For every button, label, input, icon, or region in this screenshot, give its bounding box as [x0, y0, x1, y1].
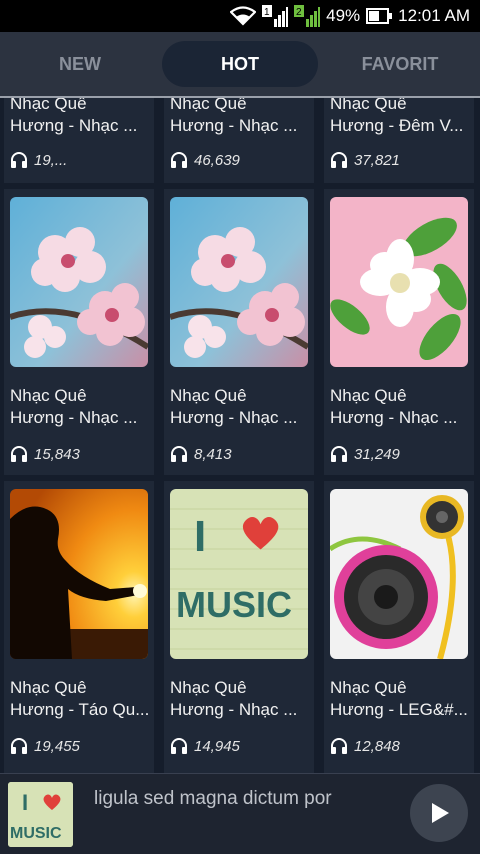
svg-text:I: I	[22, 790, 28, 815]
song-card[interactable]: Nhạc Quê Hương - Táo Qu... 19,455	[4, 481, 154, 773]
song-title-line2: Hương - Đêm V...	[330, 116, 464, 135]
play-count: 12,848	[330, 737, 400, 755]
svg-text:MUSIC: MUSIC	[10, 825, 62, 842]
play-count: 14,945	[170, 737, 240, 755]
play-count-value: 37,821	[354, 151, 400, 169]
play-count-value: 19,455	[34, 737, 80, 755]
song-title-line1: Nhạc Quê	[330, 678, 407, 697]
play-count: 15,843	[10, 445, 80, 463]
play-icon	[432, 803, 449, 823]
headphones-icon	[331, 738, 347, 754]
song-title-line2: Hương - Nhạc ...	[170, 700, 298, 719]
play-button[interactable]	[410, 784, 468, 842]
song-title-line1: Nhạc Quê	[10, 678, 87, 697]
song-title-line1: Nhạc Quê	[10, 386, 87, 405]
song-title-line1: Nhạc Quê	[170, 386, 247, 405]
white-flower-thumbnail	[330, 197, 468, 367]
song-title-line1: Nhạc Quê	[170, 98, 247, 113]
song-card[interactable]: Nhạc Quê Hương - Đêm V... 37,821	[324, 98, 474, 183]
headphones-icon	[11, 738, 27, 754]
svg-text:MUSIC: MUSIC	[176, 584, 292, 625]
now-playing-title: ligula sed magna dictum por	[94, 788, 332, 809]
headphones-icon	[171, 446, 187, 462]
play-count-value: 14,945	[194, 737, 240, 755]
play-count: 37,821	[330, 151, 400, 169]
song-card[interactable]: Nhạc Quê Hương - Nhạc ... 46,639	[164, 98, 314, 183]
song-card[interactable]: Nhạc Quê Hương - Nhạc ... 19,...	[4, 98, 154, 183]
svg-text:2: 2	[296, 7, 302, 18]
play-count: 8,413	[170, 445, 232, 463]
status-bar: 1 2 49% 12:01 AM	[0, 0, 480, 32]
song-title-line2: Hương - Nhạc ...	[170, 408, 298, 427]
song-grid[interactable]: Nhạc Quê Hương - Nhạc ... 19,... Nhạc Qu…	[0, 98, 480, 773]
svg-text:I: I	[194, 512, 206, 561]
play-count: 19,...	[10, 151, 67, 169]
tab-hot[interactable]: HOT	[162, 41, 318, 87]
cherry-blossom-thumbnail	[170, 197, 308, 367]
song-card[interactable]: Nhạc Quê Hương - Nhạc ... 15,843	[4, 189, 154, 475]
play-count-value: 15,843	[34, 445, 80, 463]
song-card[interactable]: I MUSIC Nhạc Quê Hương - Nhạc ... 14,945	[164, 481, 314, 773]
headphones-icon	[171, 738, 187, 754]
tab-favorit[interactable]: FAVORIT	[322, 41, 478, 87]
now-playing-thumbnail[interactable]: I MUSIC	[8, 782, 73, 847]
play-count-value: 19,...	[34, 151, 68, 169]
song-title-line1: Nhạc Quê	[330, 386, 407, 405]
battery-icon	[366, 8, 393, 24]
song-title-line2: Hương - Nhạc ...	[170, 116, 298, 135]
headphones-icon	[11, 152, 27, 168]
play-count-value: 8,413	[194, 445, 232, 463]
play-count-value: 31,249	[354, 445, 400, 463]
signal-sim1-icon: 1	[262, 5, 289, 27]
cherry-blossom-thumbnail	[10, 197, 148, 367]
play-count: 19,455	[10, 737, 80, 755]
song-title-line2: Hương - Nhạc ...	[10, 116, 138, 135]
sunset-silhouette-thumbnail	[10, 489, 148, 659]
tab-bar: NEW HOT FAVORIT	[0, 32, 480, 96]
battery-percent: 49%	[326, 6, 361, 25]
headphones-icon	[11, 446, 27, 462]
mini-player[interactable]: I MUSIC ligula sed magna dictum por	[0, 773, 480, 854]
play-count-value: 12,848	[354, 737, 400, 755]
clock: 12:01 AM	[398, 6, 470, 25]
headphones-icon	[171, 152, 187, 168]
song-title-line1: Nhạc Quê	[170, 678, 247, 697]
song-title-line2: Hương - Nhạc ...	[10, 408, 138, 427]
svg-text:1: 1	[264, 7, 270, 18]
song-card[interactable]: Nhạc Quê Hương - Nhạc ... 8,413	[164, 189, 314, 475]
song-title-line2: Hương - Nhạc ...	[330, 408, 458, 427]
i-love-music-thumbnail: I MUSIC	[170, 489, 308, 659]
song-card[interactable]: Nhạc Quê Hương - Nhạc ... 31,249	[324, 189, 474, 475]
play-count: 31,249	[330, 445, 400, 463]
play-count-value: 46,639	[194, 151, 240, 169]
headphones-icon	[331, 152, 347, 168]
song-title-line1: Nhạc Quê	[330, 98, 407, 113]
wifi-icon	[230, 6, 257, 26]
play-count: 46,639	[170, 151, 240, 169]
tab-new[interactable]: NEW	[2, 41, 158, 87]
song-title-line2: Hương - LEG&#...	[330, 700, 468, 719]
song-title-line2: Hương - Táo Qu...	[10, 700, 150, 719]
speaker-thumbnail	[330, 489, 468, 659]
song-title-line1: Nhạc Quê	[10, 98, 87, 113]
song-card[interactable]: Nhạc Quê Hương - LEG&#... 12,848	[324, 481, 474, 773]
headphones-icon	[331, 446, 347, 462]
signal-sim2-icon: 2	[294, 5, 321, 27]
